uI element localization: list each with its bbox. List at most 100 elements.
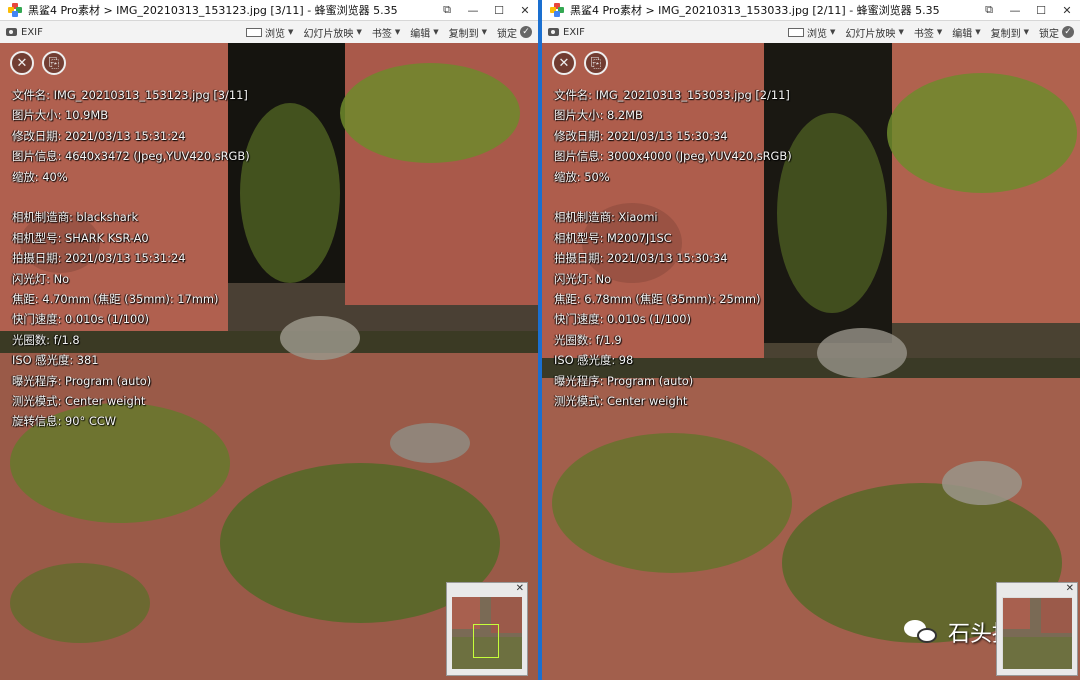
minimize-icon[interactable]: — — [460, 0, 486, 20]
chevron-down-icon: ▼ — [433, 28, 439, 36]
chevron-down-icon: ▼ — [356, 28, 362, 36]
exif-label: EXIF — [21, 26, 43, 38]
info-line: 焦距: 4.70mm (焦距 (35mm): 17mm) — [12, 292, 219, 307]
chevron-down-icon: ▼ — [830, 28, 836, 36]
info-line: 修改日期: 2021/03/13 15:31:24 — [12, 128, 186, 143]
maximize-icon[interactable]: ☐ — [486, 0, 512, 20]
info-line: 闪光灯: No — [12, 271, 70, 286]
window-title: 黑鲨4 Pro素材 > IMG_20210313_153033.jpg [2/1… — [570, 4, 940, 17]
lock-button[interactable]: 锁定 ✓ — [1039, 25, 1074, 40]
copy-circle-icon[interactable]: ⎘ — [42, 51, 66, 75]
info-line: ISO 感光度: 381 — [12, 353, 99, 368]
info-line: 缩放: 50% — [554, 169, 610, 184]
close-icon[interactable]: ✕ — [1066, 583, 1074, 594]
info-line: 相机制造商: blackshark — [12, 210, 139, 225]
chevron-down-icon: ▼ — [394, 28, 401, 36]
info-line: 图片信息: 4640x3472 (Jpeg,YUV420,sRGB) — [12, 149, 250, 164]
title-bar[interactable]: 黑鲨4 Pro素材 > IMG_20210313_153123.jpg [3/1… — [0, 0, 538, 21]
image-viewer[interactable]: ✕ ⎘ 文件名: IMG_20210313_153033.jpg [2/11] … — [542, 43, 1080, 680]
info-line: 拍摄日期: 2021/03/13 15:31:24 — [12, 251, 186, 266]
info-line: 相机型号: SHARK KSR-A0 — [12, 230, 149, 245]
slideshow-menu[interactable]: 幻灯片放映 ▼ — [303, 25, 361, 40]
exif-button[interactable]: EXIF — [548, 27, 585, 38]
chevron-down-icon: ▼ — [288, 28, 294, 36]
bookmark-menu[interactable]: 书签 ▼ — [372, 25, 400, 40]
edit-menu[interactable]: 编辑 ▼ — [410, 25, 438, 40]
chevron-down-icon: ▼ — [481, 28, 487, 36]
info-line: 相机制造商: Xiaomi — [554, 210, 658, 225]
browse-menu[interactable]: 浏览 ▼ — [246, 25, 293, 40]
app-logo-icon — [8, 3, 22, 17]
lock-button[interactable]: 锁定 ✓ — [497, 25, 532, 40]
toolbar: EXIF 浏览 ▼ 幻灯片放映 ▼ 书签 ▼ 编辑 ▼ 复制到 ▼ 锁定 ✓ — [0, 21, 538, 44]
info-line: 光圈数: f/1.8 — [12, 332, 80, 347]
maximize-icon[interactable]: ☐ — [1028, 0, 1054, 20]
title-bar[interactable]: 黑鲨4 Pro素材 > IMG_20210313_153033.jpg [2/1… — [542, 0, 1080, 21]
edit-menu[interactable]: 编辑 ▼ — [952, 25, 980, 40]
info-line: ISO 感光度: 98 — [554, 353, 634, 368]
close-icon[interactable]: ✕ — [512, 0, 538, 20]
info-line: 图片大小: 10.9MB — [12, 108, 109, 123]
pin-icon[interactable]: ⧉ — [434, 0, 460, 20]
chevron-down-icon: ▼ — [936, 28, 943, 36]
exif-button[interactable]: EXIF — [6, 27, 43, 38]
window-title: 黑鲨4 Pro素材 > IMG_20210313_153123.jpg [3/1… — [28, 4, 398, 17]
info-line: 测光模式: Center weight — [12, 394, 146, 409]
navigator-thumbnail[interactable]: ✕ — [996, 582, 1078, 676]
info-line: 光圈数: f/1.9 — [554, 332, 622, 347]
info-line: 修改日期: 2021/03/13 15:30:34 — [554, 128, 728, 143]
copy-circle-icon[interactable]: ⎘ — [584, 51, 608, 75]
close-icon[interactable]: ✕ — [1054, 0, 1080, 20]
check-icon: ✓ — [520, 26, 532, 38]
browse-icon — [246, 27, 263, 37]
copy-to-menu[interactable]: 复制到 ▼ — [991, 25, 1029, 40]
copy-to-label: 复制到 — [448, 28, 479, 40]
camera-icon — [6, 28, 17, 36]
viewer-window-left: 黑鲨4 Pro素材 > IMG_20210313_153123.jpg [3/1… — [0, 0, 538, 680]
viewer-window-right: 黑鲨4 Pro素材 > IMG_20210313_153033.jpg [2/1… — [542, 0, 1080, 680]
toolbar: EXIF 浏览 ▼ 幻灯片放映 ▼ 书签 ▼ 编辑 ▼ 复制到 ▼ 锁定 ✓ — [542, 21, 1080, 44]
bookmark-label: 书签 — [913, 28, 934, 40]
info-line: 文件名: IMG_20210313_153033.jpg [2/11] — [554, 88, 790, 102]
info-line: 曝光程序: Program (auto) — [12, 373, 152, 388]
info-line: 缩放: 40% — [12, 169, 68, 184]
info-line: 焦距: 6.78mm (焦距 (35mm): 25mm) — [554, 292, 761, 307]
info-line: 文件名: IMG_20210313_153123.jpg [3/11] — [12, 88, 248, 102]
exif-label: EXIF — [563, 26, 585, 38]
minimize-icon[interactable]: — — [1002, 0, 1028, 20]
app-logo-icon — [550, 3, 564, 17]
close-circle-icon[interactable]: ✕ — [552, 51, 576, 75]
exif-info-panel: 文件名: IMG_20210313_153123.jpg [3/11] 图片大小… — [12, 85, 250, 432]
bookmark-menu[interactable]: 书签 ▼ — [914, 25, 942, 40]
browse-icon — [788, 27, 805, 37]
close-icon[interactable]: ✕ — [516, 583, 524, 594]
slideshow-label: 幻灯片放映 — [303, 28, 354, 40]
chevron-down-icon: ▼ — [975, 28, 981, 36]
browse-label: 浏览 — [807, 28, 828, 40]
slideshow-menu[interactable]: 幻灯片放映 ▼ — [845, 25, 903, 40]
info-line: 快门速度: 0.010s (1/100) — [554, 312, 691, 327]
wechat-icon — [903, 618, 940, 646]
info-line: 图片大小: 8.2MB — [554, 108, 643, 123]
browse-label: 浏览 — [265, 28, 286, 40]
info-line: 图片信息: 3000x4000 (Jpeg,YUV420,sRGB) — [554, 149, 792, 164]
info-line: 拍摄日期: 2021/03/13 15:30:34 — [554, 251, 728, 266]
pin-icon[interactable]: ⧉ — [976, 0, 1002, 20]
info-line: 相机型号: M2007J1SC — [554, 230, 672, 245]
chevron-down-icon: ▼ — [1023, 28, 1029, 36]
exif-info-panel: 文件名: IMG_20210313_153033.jpg [2/11] 图片大小… — [554, 85, 792, 411]
info-line: 闪光灯: No — [554, 271, 612, 286]
browse-menu[interactable]: 浏览 ▼ — [788, 25, 835, 40]
slideshow-label: 幻灯片放映 — [845, 28, 896, 40]
viewport-frame[interactable] — [1002, 597, 1072, 669]
check-icon: ✓ — [1062, 26, 1074, 38]
image-viewer[interactable]: ✕ ⎘ 文件名: IMG_20210313_153123.jpg [3/11] … — [0, 43, 538, 680]
close-circle-icon[interactable]: ✕ — [10, 51, 34, 75]
copy-to-menu[interactable]: 复制到 ▼ — [449, 25, 487, 40]
viewport-frame[interactable] — [473, 624, 499, 659]
navigator-thumbnail[interactable]: ✕ — [446, 582, 528, 676]
camera-icon — [548, 28, 559, 36]
edit-label: 编辑 — [410, 28, 431, 40]
info-line: 曝光程序: Program (auto) — [554, 373, 694, 388]
edit-label: 编辑 — [952, 28, 973, 40]
